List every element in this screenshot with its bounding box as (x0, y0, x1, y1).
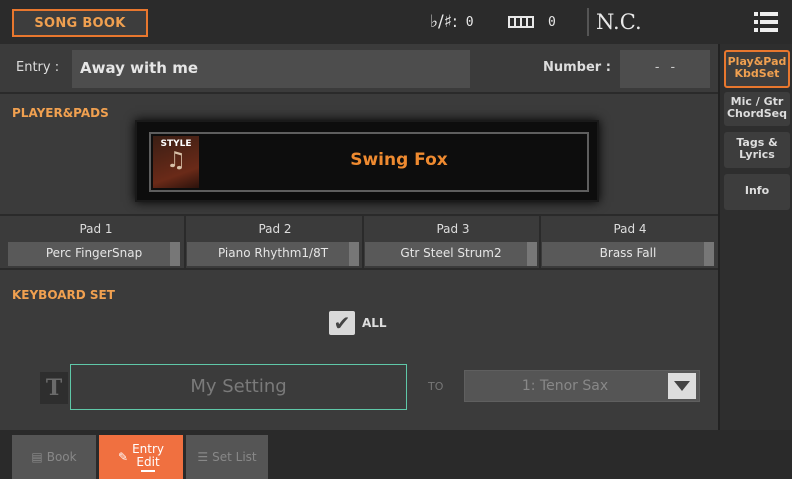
pads-row: Pad 1 Perc FingerSnap Pad 2 Piano Rhythm… (0, 214, 718, 270)
tab-info[interactable]: Info (724, 174, 790, 210)
entry-name-field[interactable]: Away with me (72, 50, 470, 88)
text-edit-icon[interactable]: T (40, 372, 68, 404)
pad-value[interactable]: Piano Rhythm1/8T (187, 242, 359, 266)
style-frame: STYLE ♫ Swing Fox (149, 132, 589, 192)
all-checkbox[interactable]: ✔ (329, 311, 355, 335)
to-label: TO (428, 380, 444, 393)
entry-label: Entry : (16, 60, 60, 75)
tab-tags-lyrics[interactable]: Tags & Lyrics (724, 132, 790, 168)
style-selector[interactable]: STYLE ♫ Swing Fox (135, 120, 599, 202)
player-pads-title: PLAYER&PADS (12, 106, 109, 120)
tab-entry-edit-label: Entry Edit (132, 441, 164, 472)
tab-entry-edit[interactable]: ✎ Entry Edit (99, 435, 183, 479)
pad-label: Pad 2 (258, 222, 292, 236)
tab-book-label: Book (46, 450, 77, 464)
main-panel: Entry : Away with me Number : - - PLAYER… (0, 44, 718, 430)
tab-set-list-label: Set List (212, 450, 257, 464)
pad-label: Pad 1 (79, 222, 113, 236)
transpose-status: ♭/♯: 0 (430, 10, 474, 34)
accidental-symbol: ♭/♯: (430, 12, 458, 32)
chevron-down-icon[interactable] (668, 373, 696, 399)
side-tab-bar: Play&Pad KbdSet Mic / Gtr ChordSeq Tags … (718, 44, 792, 430)
keyboard-status: 0 (508, 10, 556, 34)
tab-book[interactable]: ▤ Book (12, 435, 96, 479)
style-thumbnail: STYLE ♫ (153, 136, 199, 188)
tab-label-line2: KbdSet (734, 67, 780, 80)
tab-label-line2: Lyrics (739, 148, 775, 161)
pad-label: Pad 3 (436, 222, 470, 236)
pad-1[interactable]: Pad 1 Perc FingerSnap (8, 216, 184, 268)
accidental-value: 0 (465, 14, 474, 30)
keyboard-set-name-field[interactable]: My Setting (70, 364, 407, 410)
pad-divider (362, 216, 364, 268)
pad-label: Pad 4 (613, 222, 647, 236)
all-label: ALL (362, 316, 387, 330)
pad-value[interactable]: Gtr Steel Strum2 (365, 242, 537, 266)
number-field[interactable]: - - (620, 50, 710, 88)
pad-4[interactable]: Pad 4 Brass Fall (542, 216, 718, 268)
music-note-icon: ♫ (166, 148, 186, 173)
keyboard-value: 0 (548, 14, 556, 30)
tab-entry-line1: Entry (132, 441, 164, 456)
pad-value[interactable]: Perc FingerSnap (8, 242, 180, 266)
entry-row: Entry : Away with me Number : - - (0, 44, 718, 94)
tab-play-pad-kbdset[interactable]: Play&Pad KbdSet (724, 50, 790, 88)
tab-label-line2: ChordSeq (726, 107, 788, 120)
menu-icon[interactable] (754, 12, 778, 32)
song-book-mode-button[interactable]: SONG BOOK (12, 9, 148, 37)
pencil-icon: ✎ (118, 450, 129, 464)
pad-2[interactable]: Pad 2 Piano Rhythm1/8T (187, 216, 363, 268)
destination-value: 1: Tenor Sax (521, 378, 609, 394)
keyboard-icon (508, 16, 534, 28)
destination-select[interactable]: 1: Tenor Sax (464, 370, 700, 402)
bottom-tab-bar: ▤ Book ✎ Entry Edit ☰ Set List (0, 430, 792, 479)
tab-label-line1: Info (744, 184, 770, 197)
tab-entry-line2: Edit (136, 454, 160, 469)
tab-mic-gtr-chordseq[interactable]: Mic / Gtr ChordSeq (724, 92, 790, 126)
pad-value[interactable]: Brass Fall (542, 242, 714, 266)
chord-display: N.C. (596, 10, 642, 34)
pad-3[interactable]: Pad 3 Gtr Steel Strum2 (365, 216, 541, 268)
keyboard-set-title: KEYBOARD SET (12, 288, 115, 302)
active-underline (141, 469, 156, 472)
pad-divider (539, 216, 541, 268)
tab-set-list[interactable]: ☰ Set List (186, 435, 268, 479)
number-label: Number : (543, 60, 611, 75)
list-icon: ☰ (197, 450, 209, 464)
book-icon: ▤ (31, 450, 43, 464)
style-name: Swing Fox (350, 150, 448, 170)
pad-divider (184, 216, 186, 268)
top-bar: SONG BOOK ♭/♯: 0 0 N.C. (0, 0, 792, 44)
status-divider (587, 8, 589, 36)
